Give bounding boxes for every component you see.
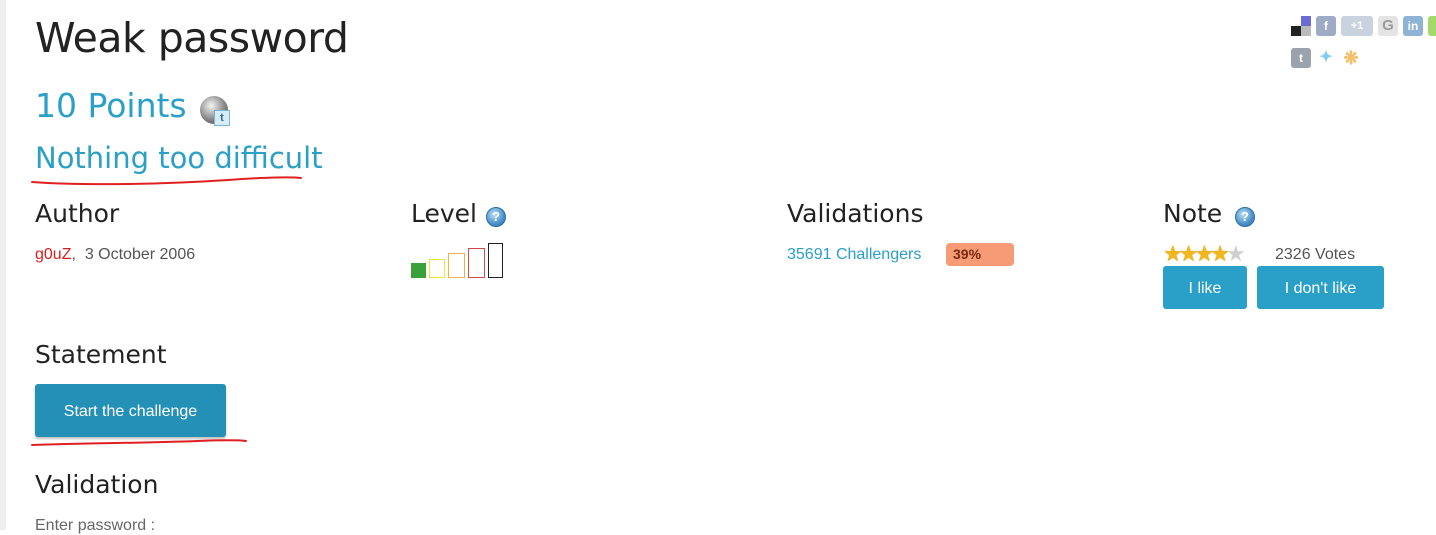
validations-heading: Validations	[787, 199, 924, 228]
author-heading: Author	[35, 199, 120, 228]
author-date: 3 October 2006	[84, 246, 196, 263]
author-info: g0uZ, 3 October 2006	[35, 246, 195, 264]
google-plus-icon[interactable]: +1	[1341, 16, 1373, 36]
star-icon[interactable]: ★	[1226, 243, 1246, 265]
tumblr-icon[interactable]: t	[1291, 48, 1311, 68]
challenge-subtitle: Nothing too difficult	[35, 141, 323, 175]
level-bar-2	[429, 259, 445, 278]
page-left-border	[0, 0, 6, 530]
challenge-points: 10 Points	[35, 86, 187, 125]
twitter-icon[interactable]: ✦	[1316, 48, 1336, 68]
google-icon[interactable]: G	[1378, 16, 1398, 36]
password-label: Enter password :	[35, 517, 156, 534]
facebook-icon[interactable]: f	[1316, 16, 1336, 36]
start-challenge-button[interactable]: Start the challenge	[35, 384, 226, 437]
votes-count: 2326 Votes	[1275, 246, 1356, 263]
tutorial-badge-icon[interactable]: t	[200, 96, 230, 126]
author-link[interactable]: g0uZ	[35, 246, 71, 263]
statement-heading: Statement	[35, 340, 167, 369]
level-bar-4	[468, 248, 485, 278]
delicious-icon[interactable]	[1291, 16, 1311, 36]
level-heading: Level	[411, 199, 477, 228]
validations-challengers-link[interactable]: 35691 Challengers	[787, 246, 921, 264]
level-bar-1	[411, 263, 426, 278]
like-button[interactable]: I like	[1163, 266, 1247, 309]
validation-heading: Validation	[35, 470, 159, 499]
page-title: Weak password	[35, 14, 349, 62]
note-help-icon[interactable]: ?	[1235, 207, 1255, 227]
addthis-icon[interactable]: ❋	[1341, 48, 1361, 68]
linkedin-icon[interactable]: in	[1403, 16, 1423, 36]
level-bar-5	[488, 243, 503, 278]
validation-percent-badge: 39%	[946, 243, 1014, 266]
level-help-icon[interactable]: ?	[486, 207, 506, 227]
rating-stars[interactable]: ★★★★★	[1163, 243, 1246, 266]
note-heading: Note	[1163, 199, 1223, 228]
level-bar-3	[448, 253, 465, 278]
dislike-button[interactable]: I don't like	[1257, 266, 1384, 309]
author-separator: ,	[71, 246, 76, 263]
share-more-icon[interactable]	[1428, 16, 1436, 36]
red-underline-annotation	[31, 439, 247, 446]
